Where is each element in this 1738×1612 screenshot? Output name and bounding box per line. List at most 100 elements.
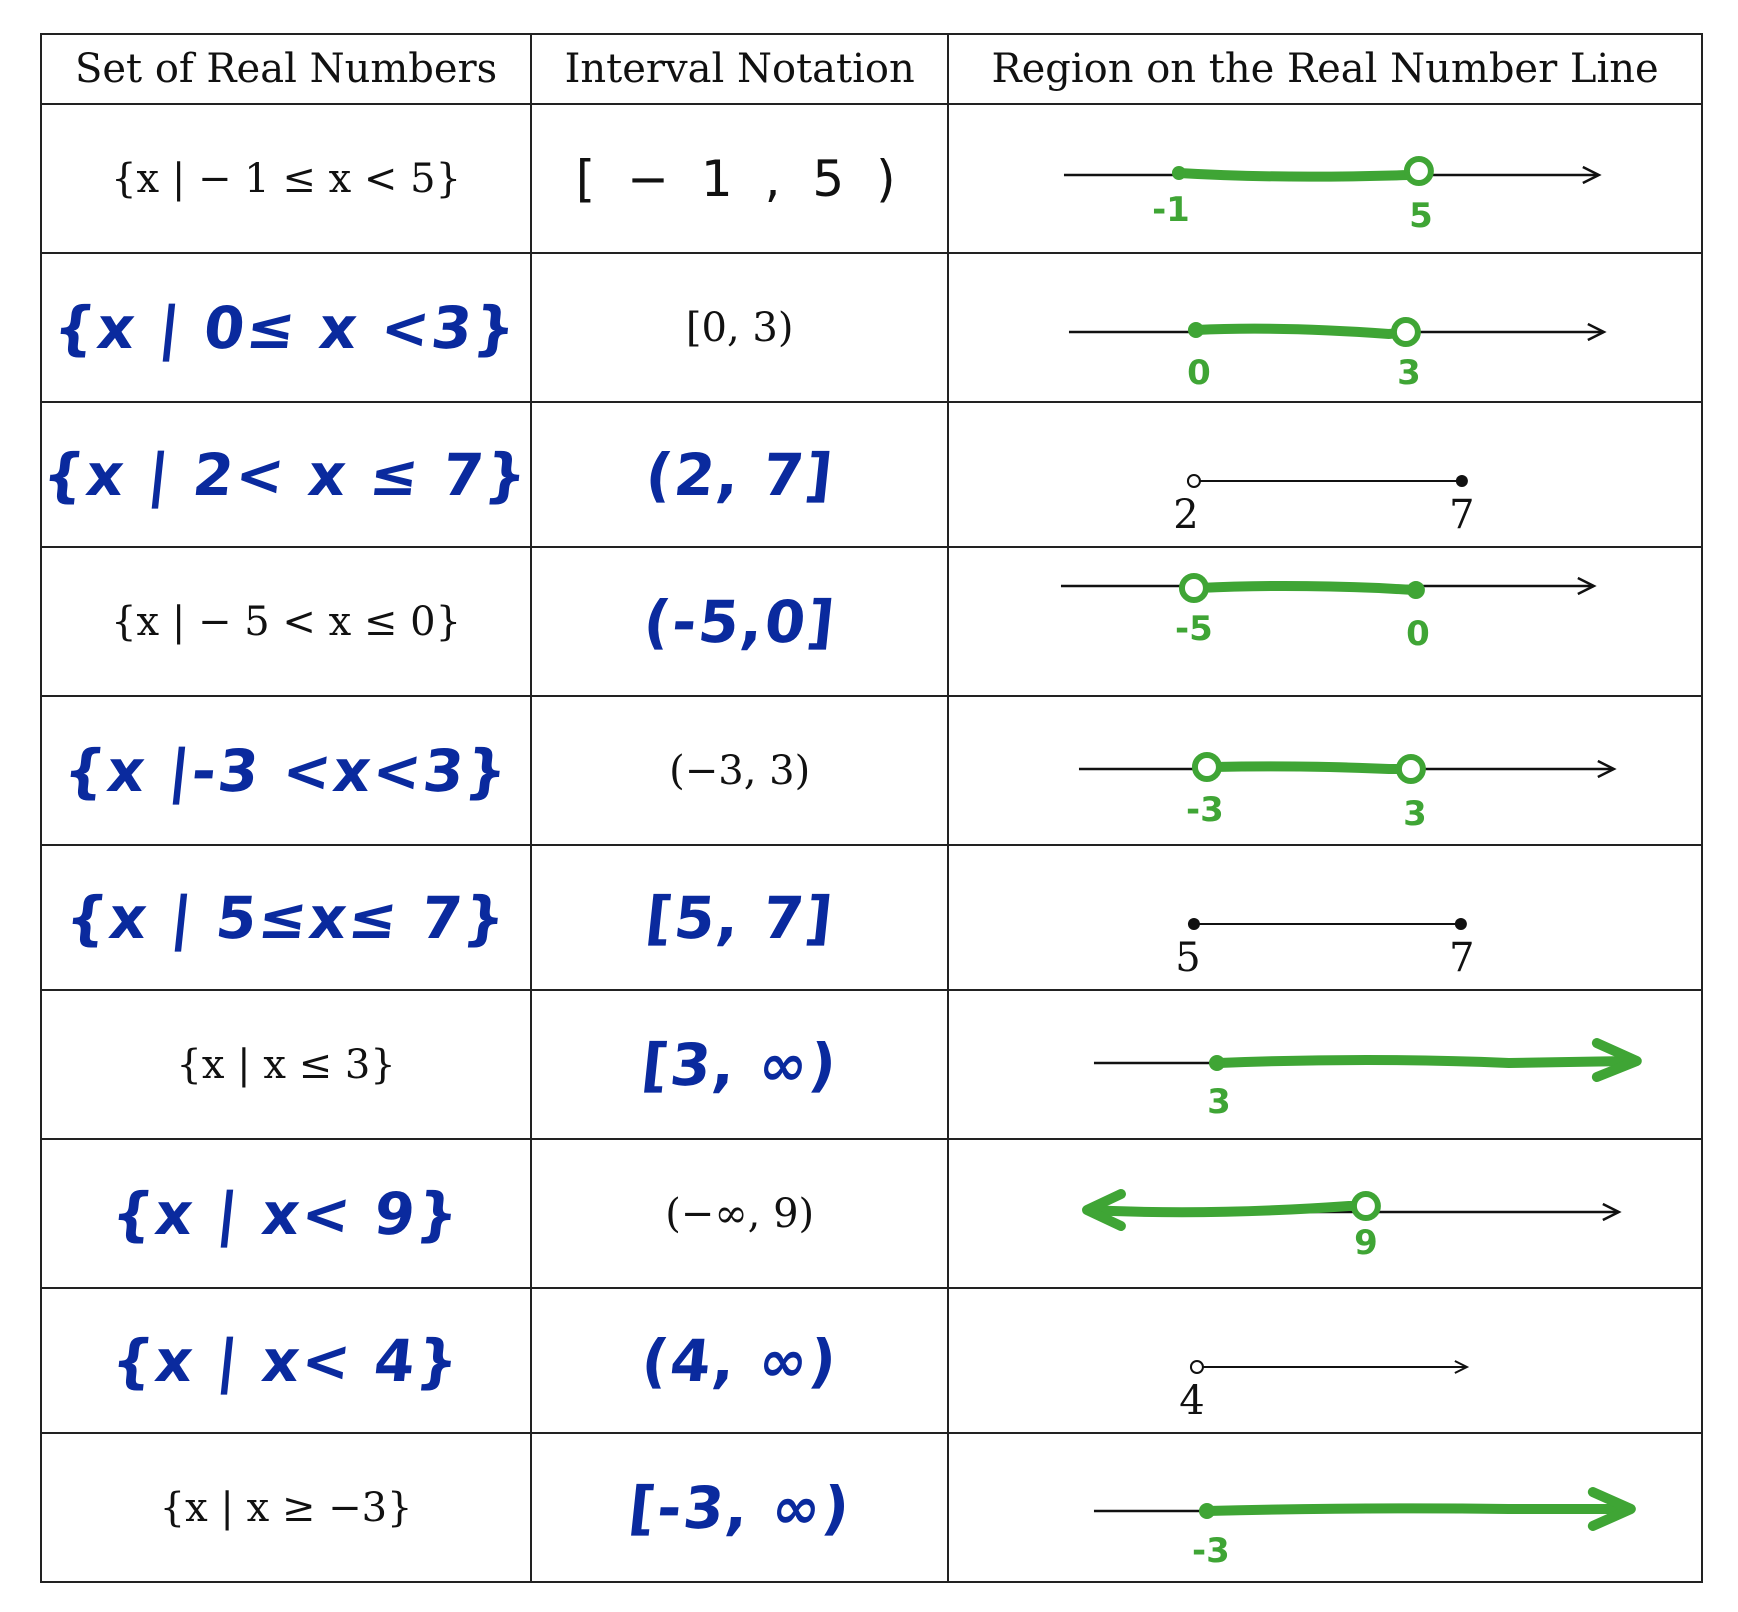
interval-text: [-3, ∞) <box>625 1473 855 1542</box>
tick-label: 7 <box>1449 492 1474 538</box>
open-dot <box>1404 156 1435 186</box>
number-line-cell: -3 <box>947 1432 1703 1583</box>
number-line: 0 3 <box>1069 317 1607 393</box>
interval-cell: (2, 7] <box>530 401 950 548</box>
interval-text: (−3, 3) <box>669 747 811 794</box>
set-text: {x |-3 <x<3} <box>60 736 513 805</box>
set-cell: {x | x< 4} <box>39 1287 533 1434</box>
tick-label: -3 <box>1186 790 1224 830</box>
table-row: {x | x< 4} (4, ∞) 4 <box>39 1287 1703 1434</box>
number-line-cell: 4 <box>947 1287 1703 1434</box>
set-text: {x | − 1 ≤ x < 5} <box>111 155 462 202</box>
set-cell: {x | x ≤ 3} <box>39 989 533 1140</box>
interval-cell: (-5,0] <box>530 546 950 697</box>
set-cell: {x | − 1 ≤ x < 5} <box>39 103 533 254</box>
number-line-cell: 2 7 <box>947 401 1703 548</box>
header-set: Set of Real Numbers <box>39 33 533 105</box>
set-cell: {x | x ≥ −3} <box>39 1432 533 1583</box>
tick-label: 3 <box>1207 1082 1231 1122</box>
set-cell: {x | x< 9} <box>39 1138 533 1289</box>
interval-cell: (4, ∞) <box>530 1287 950 1434</box>
closed-dot <box>1209 1055 1226 1071</box>
table-row: {x | − 1 ≤ x < 5} [ − 1 , 5 ) -1 5 <box>39 103 1703 254</box>
number-line-cell: 0 3 <box>947 252 1703 403</box>
number-line-cell: 3 <box>947 989 1703 1140</box>
tick-label: 2 <box>1173 492 1198 538</box>
closed-dot <box>1188 917 1201 930</box>
tick-label: 0 <box>1187 353 1211 393</box>
tick-label: 4 <box>1179 1378 1204 1424</box>
table-row: {x | 0≤ x <3} [0, 3) 0 3 <box>39 252 1703 403</box>
number-line: -3 3 <box>1079 752 1617 834</box>
number-line: 2 7 <box>1173 474 1475 538</box>
set-cell: {x | − 5 < x ≤ 0} <box>39 546 533 697</box>
table-row: {x | 5≤x≤ 7} [5, 7] 5 7 <box>39 844 1703 991</box>
table-row: {x | 2< x ≤ 7} (2, 7] 2 7 <box>39 401 1703 548</box>
table-row: {x | x ≥ −3} [-3, ∞) -3 <box>39 1432 1703 1583</box>
number-line: -1 5 <box>1064 156 1602 236</box>
interval-cell: (−3, 3) <box>530 695 950 846</box>
table-row: {x | − 5 < x ≤ 0} (-5,0] -5 0 <box>39 546 1703 697</box>
number-line: 5 7 <box>1175 917 1475 981</box>
interval-text: (4, ∞) <box>638 1326 842 1395</box>
set-text: {x | 5≤x≤ 7} <box>61 883 511 952</box>
interval-text: [3, ∞) <box>638 1030 842 1099</box>
interval-text: (2, 7] <box>642 440 838 509</box>
tick-label: 3 <box>1397 353 1421 393</box>
number-line-cell: -1 5 <box>947 103 1703 254</box>
set-cell: {x | 0≤ x <3} <box>39 252 533 403</box>
tick-label: -5 <box>1175 609 1213 649</box>
set-text: {x | x< 4} <box>108 1326 464 1395</box>
closed-dot <box>1456 474 1469 487</box>
tick-label: 9 <box>1354 1223 1378 1263</box>
interval-text: (−∞, 9) <box>665 1190 815 1237</box>
closed-dot <box>1407 581 1426 600</box>
set-text: {x | x ≥ −3} <box>159 1484 413 1531</box>
set-cell: {x | 2< x ≤ 7} <box>39 401 533 548</box>
tick-label: -1 <box>1152 190 1190 230</box>
header-row: Set of Real Numbers Interval Notation Re… <box>39 33 1703 105</box>
set-text: {x | x< 9} <box>108 1179 464 1248</box>
open-dot <box>1179 573 1210 604</box>
interval-cell: [-3, ∞) <box>530 1432 950 1583</box>
open-dot <box>1192 752 1223 782</box>
tick-label: 5 <box>1409 196 1433 236</box>
interval-cell: [0, 3) <box>530 252 950 403</box>
table-row: {x | x< 9} (−∞, 9) 9 <box>39 1138 1703 1289</box>
interval-cell: [3, ∞) <box>530 989 950 1140</box>
tick-label: 3 <box>1403 794 1427 834</box>
interval-text: [ − 1 , 5 ) <box>575 149 904 208</box>
set-text: {x | x ≤ 3} <box>176 1041 396 1088</box>
number-line-cell: 9 <box>947 1138 1703 1289</box>
number-line: -3 <box>1094 1487 1637 1571</box>
set-text: {x | − 5 < x ≤ 0} <box>111 598 462 645</box>
number-line-cell: -5 0 <box>947 546 1703 697</box>
number-line: -5 0 <box>1061 573 1597 654</box>
set-cell: {x |-3 <x<3} <box>39 695 533 846</box>
open-dot <box>1396 754 1427 784</box>
open-dot <box>1190 1360 1205 1374</box>
interval-text: (-5,0] <box>640 587 840 656</box>
number-line: 3 <box>1094 1038 1643 1122</box>
header-region: Region on the Real Number Line <box>947 33 1703 105</box>
open-dot <box>1187 474 1202 488</box>
table-row: {x | x ≤ 3} [3, ∞) 3 <box>39 989 1703 1140</box>
tick-label: -3 <box>1192 1531 1230 1571</box>
number-line-cell: -3 3 <box>947 695 1703 846</box>
interval-table: Set of Real Numbers Interval Notation Re… <box>39 33 1703 1583</box>
interval-cell: (−∞, 9) <box>530 1138 950 1289</box>
tick-label: 5 <box>1175 935 1200 981</box>
number-line: 4 <box>1179 1360 1470 1424</box>
tick-label: 0 <box>1406 614 1430 654</box>
tick-label: 7 <box>1449 935 1474 981</box>
closed-dot <box>1199 1503 1216 1519</box>
header-interval: Interval Notation <box>530 33 950 105</box>
number-line: 9 <box>1082 1189 1622 1263</box>
table-row: {x |-3 <x<3} (−3, 3) -3 3 <box>39 695 1703 846</box>
interval-text: [5, 7] <box>642 883 838 952</box>
open-dot <box>1391 317 1422 347</box>
number-line-cell: 5 7 <box>947 844 1703 991</box>
set-cell: {x | 5≤x≤ 7} <box>39 844 533 991</box>
interval-cell: [5, 7] <box>530 844 950 991</box>
closed-dot <box>1172 166 1187 180</box>
